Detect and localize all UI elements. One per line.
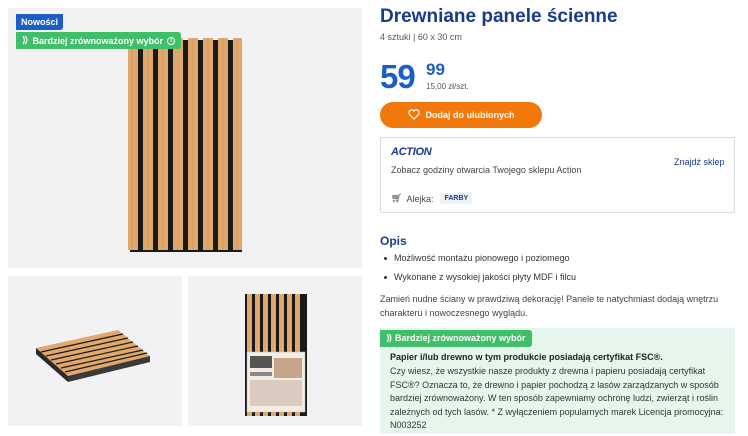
aisle-label: Alejka: [406, 193, 434, 204]
product-subtitle: 4 sztuki | 60 x 30 cm [380, 32, 462, 42]
add-to-favorites-button[interactable]: Dodaj do ulubionych [380, 102, 542, 128]
heart-icon [407, 108, 420, 122]
list-item: Możliwość montażu pionowego i poziomego [384, 253, 576, 263]
product-title: Drewniane panele ścienne [380, 6, 618, 27]
add-to-favorites-label: Dodaj do ulubionych [425, 110, 515, 120]
leaf-icon: ⟫ [386, 333, 395, 343]
description-paragraph: Zamień nudne ściany w prawdziwą dekoracj… [380, 294, 719, 318]
action-logo: ACTION [391, 146, 432, 158]
badge-eco-label: Bardziej zrównoważony wybór [32, 35, 164, 46]
packaging-illustration [245, 294, 307, 416]
description-bullets: Możliwość montażu pionowego i poziomego … [384, 253, 576, 291]
list-item: Wykonane z wysokiej jakości płyty MDF i … [384, 272, 576, 282]
eco-heading: Papier i/lub drewno w tym produkcie posi… [390, 352, 663, 362]
thumbnail-packaging[interactable] [188, 276, 362, 426]
store-info-box: ACTION Zobacz godziny otwarcia Twojego s… [380, 137, 735, 213]
eco-badge-label: Bardziej zrównoważony wybór [395, 333, 526, 343]
main-product-image[interactable]: Nowości ⟫ Bardziej zrównoważony wybór i [8, 8, 362, 268]
find-store-link[interactable]: Znajdź sklep [674, 157, 725, 167]
badge-new: Nowości [16, 14, 64, 30]
aisle-tag: FARBY [440, 193, 473, 204]
unit-price: 15,00 zł/szt. [426, 82, 469, 91]
eco-text: Czy wiesz, że wszystkie nasze produkty z… [390, 366, 724, 430]
leaf-icon: ⟫ [22, 35, 29, 45]
badge-eco: ⟫ Bardziej zrównoważony wybór i [16, 32, 182, 49]
price-cents: 99 [426, 60, 445, 79]
description-title: Opis [380, 234, 407, 248]
eco-info-box: ⟫ Bardziej zrównoważony wybór Papier i/l… [380, 328, 735, 434]
eco-badge: ⟫ Bardziej zrównoważony wybór [380, 330, 532, 347]
store-hours-text: Zobacz godziny otwarcia Twojego sklepu A… [391, 165, 582, 175]
price-main: 59 [380, 58, 416, 95]
info-icon[interactable]: i [167, 36, 176, 45]
thumbnail-angled[interactable] [8, 276, 182, 426]
angled-panel-illustration [36, 330, 150, 382]
cart-icon: 🛒︎ [391, 193, 403, 203]
aisle-info: 🛒︎ Alejka: FARBY [391, 193, 473, 204]
